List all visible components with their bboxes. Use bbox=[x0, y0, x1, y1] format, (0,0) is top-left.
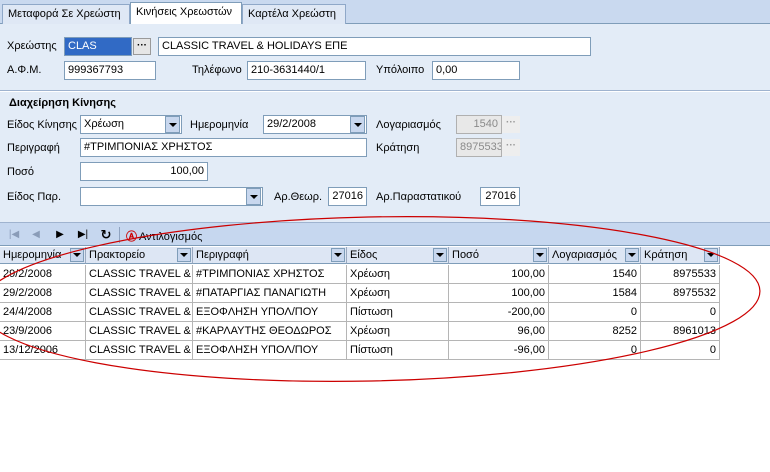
cell-amount[interactable]: 100,00 bbox=[449, 284, 549, 303]
debtor-code-field[interactable]: CLAS bbox=[64, 37, 132, 56]
reservation-label: Κράτηση bbox=[376, 142, 420, 154]
filter-dropdown-icon[interactable] bbox=[704, 248, 718, 262]
tab-debtor-card[interactable]: Καρτέλα Χρεώστη bbox=[242, 4, 346, 24]
cell-description[interactable]: #ΚΑΡΛΑΥΤΗΣ ΘΕΟΔΩΡΟΣ bbox=[193, 322, 347, 341]
document-type-label: Είδος Παρ. bbox=[7, 191, 61, 203]
cell-reservation[interactable]: 0 bbox=[641, 303, 720, 322]
description-field[interactable]: #ΤΡΙΜΠΟΝΙΑΣ ΧΡΗΣΤΟΣ bbox=[80, 138, 367, 157]
reversal-label: Αντιλογισμός bbox=[139, 231, 203, 243]
filter-dropdown-icon[interactable] bbox=[433, 248, 447, 262]
date-dropdown-icon[interactable] bbox=[350, 116, 365, 133]
cell-amount[interactable]: 100,00 bbox=[449, 265, 549, 284]
document-number-field[interactable]: 27016 bbox=[480, 187, 520, 206]
theor-number-label: Αρ.Θεωρ. bbox=[274, 191, 323, 203]
balance-field[interactable]: 0,00 bbox=[432, 61, 520, 80]
debtor-label: Χρεώστης bbox=[7, 40, 57, 52]
cell-date[interactable]: 24/4/2008 bbox=[0, 303, 86, 322]
cell-reservation[interactable]: 8961013 bbox=[641, 322, 720, 341]
account-label: Λογαριασμός bbox=[376, 119, 441, 131]
debtor-lookup-button[interactable]: ··· bbox=[133, 38, 151, 55]
account-lookup-button: ··· bbox=[502, 116, 520, 133]
column-header-agency[interactable]: Πρακτορείο bbox=[86, 247, 193, 264]
cell-amount[interactable]: -96,00 bbox=[449, 341, 549, 360]
navigator-toolbar: |◀ ◀ ▶ ▶| ↻ Ⓐ Αντιλογισμός bbox=[0, 222, 770, 246]
filter-dropdown-icon[interactable] bbox=[625, 248, 639, 262]
last-record-icon[interactable]: ▶| bbox=[74, 226, 92, 243]
cell-description[interactable]: #ΤΡΙΜΠΟΝΙΑΣ ΧΡΗΣΤΟΣ bbox=[193, 265, 347, 284]
date-label: Ημερομηνία bbox=[190, 119, 249, 131]
phone-label: Τηλέφωνο bbox=[192, 64, 242, 76]
description-label: Περιγραφή bbox=[7, 142, 60, 154]
movement-section-title: Διαχείρηση Κίνησης bbox=[9, 97, 116, 109]
filter-dropdown-icon[interactable] bbox=[533, 248, 547, 262]
column-header-description[interactable]: Περιγραφή bbox=[193, 247, 347, 264]
cell-agency[interactable]: CLASSIC TRAVEL & I bbox=[86, 303, 193, 322]
column-header-amount[interactable]: Ποσό bbox=[449, 247, 549, 264]
movement-form-panel: Χρεώστης CLAS ··· CLASSIC TRAVEL & HOLID… bbox=[0, 24, 770, 242]
cell-type[interactable]: Χρέωση bbox=[347, 284, 449, 303]
cell-type[interactable]: Πίστωση bbox=[347, 341, 449, 360]
theor-number-field[interactable]: 27016 bbox=[328, 187, 367, 206]
column-header-type[interactable]: Είδος bbox=[347, 247, 449, 264]
column-header-date[interactable]: Ημερομηνία bbox=[0, 247, 86, 264]
cell-account[interactable]: 8252 bbox=[549, 322, 641, 341]
document-type-dropdown-icon[interactable] bbox=[246, 188, 261, 205]
balance-label: Υπόλοιπο bbox=[376, 64, 425, 76]
cell-reservation[interactable]: 8975532 bbox=[641, 284, 720, 303]
cell-description[interactable]: ΕΞΟΦΛΗΣΗ ΥΠΟΛ/ΠΟΥ bbox=[193, 341, 347, 360]
cell-account[interactable]: 1540 bbox=[549, 265, 641, 284]
amount-label: Ποσό bbox=[7, 166, 34, 178]
cell-type[interactable]: Πίστωση bbox=[347, 303, 449, 322]
cell-date[interactable]: 29/2/2008 bbox=[0, 284, 86, 303]
next-record-icon[interactable]: ▶ bbox=[51, 226, 69, 243]
cell-reservation[interactable]: 0 bbox=[641, 341, 720, 360]
cell-account[interactable]: 1584 bbox=[549, 284, 641, 303]
first-record-icon[interactable]: |◀ bbox=[5, 226, 23, 243]
cell-date[interactable]: 29/2/2008 bbox=[0, 265, 86, 284]
afm-label: Α.Φ.Μ. bbox=[7, 64, 42, 76]
filter-dropdown-icon[interactable] bbox=[70, 248, 84, 262]
tab-transfer-to-debtor[interactable]: Μεταφορά Σε Χρεώστη bbox=[2, 4, 130, 24]
cell-date[interactable]: 23/9/2006 bbox=[0, 322, 86, 341]
tab-debtor-movements[interactable]: Κινήσεις Χρεωστών bbox=[130, 2, 242, 25]
filter-dropdown-icon[interactable] bbox=[331, 248, 345, 262]
cell-amount[interactable]: 96,00 bbox=[449, 322, 549, 341]
reservation-lookup-button: ··· bbox=[502, 139, 520, 156]
cell-type[interactable]: Χρέωση bbox=[347, 322, 449, 341]
reversal-button[interactable]: Ⓐ Αντιλογισμός bbox=[126, 228, 202, 244]
column-header-account[interactable]: Λογαριασμός bbox=[549, 247, 641, 264]
section-divider bbox=[0, 90, 770, 92]
toolbar-divider bbox=[119, 227, 120, 243]
debtor-name-field[interactable]: CLASSIC TRAVEL & HOLIDAYS ΕΠΕ bbox=[158, 37, 591, 56]
filter-dropdown-icon[interactable] bbox=[177, 248, 191, 262]
account-field: 1540 bbox=[456, 115, 502, 134]
amount-field[interactable]: 100,00 bbox=[80, 162, 208, 181]
cell-agency[interactable]: CLASSIC TRAVEL & I bbox=[86, 284, 193, 303]
movement-type-label: Είδος Κίνησης bbox=[7, 119, 77, 131]
cell-description[interactable]: #ΠΑΤΑΡΓΙΑΣ ΠΑΝΑΓΙΩΤΗ bbox=[193, 284, 347, 303]
cell-agency[interactable]: CLASSIC TRAVEL & I bbox=[86, 341, 193, 360]
cell-amount[interactable]: -200,00 bbox=[449, 303, 549, 322]
tab-bar: Μεταφορά Σε Χρεώστη Κινήσεις Χρεωστών Κα… bbox=[0, 0, 770, 25]
reservation-field: 8975533 bbox=[456, 138, 502, 157]
column-header-reservation[interactable]: Κράτηση bbox=[641, 247, 720, 264]
cell-agency[interactable]: CLASSIC TRAVEL & I bbox=[86, 322, 193, 341]
refresh-icon[interactable]: ↻ bbox=[97, 226, 115, 243]
cell-account[interactable]: 0 bbox=[549, 341, 641, 360]
movement-type-dropdown-icon[interactable] bbox=[165, 116, 180, 133]
cell-reservation[interactable]: 8975533 bbox=[641, 265, 720, 284]
previous-record-icon[interactable]: ◀ bbox=[27, 226, 45, 243]
phone-field[interactable]: 210-3631440/1 bbox=[247, 61, 366, 80]
cell-type[interactable]: Χρέωση bbox=[347, 265, 449, 284]
cell-agency[interactable]: CLASSIC TRAVEL & I bbox=[86, 265, 193, 284]
document-number-label: Αρ.Παραστατικού bbox=[376, 191, 462, 203]
cell-date[interactable]: 13/12/2006 bbox=[0, 341, 86, 360]
reversal-icon: Ⓐ bbox=[126, 231, 137, 243]
cell-description[interactable]: ΕΞΟΦΛΗΣΗ ΥΠΟΛ/ΠΟΥ bbox=[193, 303, 347, 322]
afm-field[interactable]: 999367793 bbox=[64, 61, 156, 80]
cell-account[interactable]: 0 bbox=[549, 303, 641, 322]
document-type-select[interactable] bbox=[80, 187, 263, 206]
